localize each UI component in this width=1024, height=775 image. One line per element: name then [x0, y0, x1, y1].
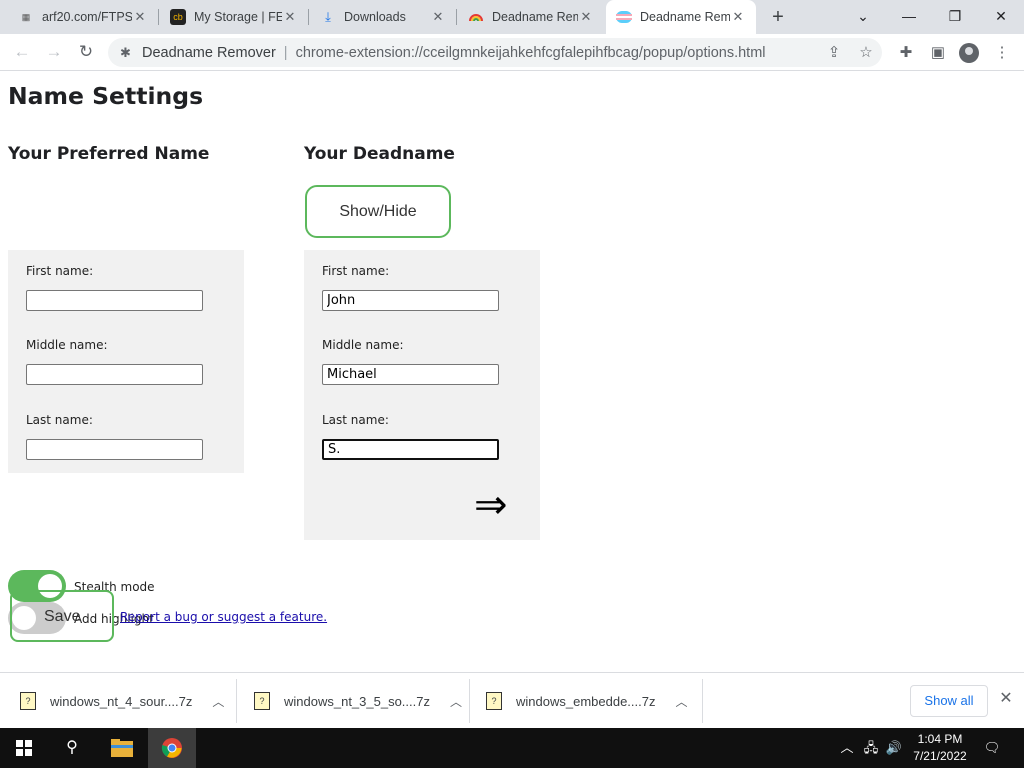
start-windows-icon[interactable] [0, 728, 48, 768]
archive-file-icon: ? [486, 692, 502, 710]
tab-my-storage[interactable]: cb My Storage | FE ✕ [160, 0, 308, 34]
download-filename: windows_nt_3_5_so....7z [284, 693, 430, 709]
deadname-last-label: Last name: [322, 413, 389, 427]
preferred-middle-name-input[interactable] [26, 364, 203, 385]
close-tab-icon[interactable]: ✕ [430, 9, 446, 25]
close-tab-icon[interactable]: ✕ [282, 9, 298, 25]
show-hide-button[interactable]: Show/Hide [305, 185, 451, 238]
extension-puzzle-icon: ✱ [120, 44, 131, 60]
minimize-icon[interactable]: — [886, 0, 932, 34]
tab-arf20[interactable]: ▦ arf20.com/FTPS ✕ [8, 0, 158, 34]
tab-separator [308, 9, 309, 25]
system-clock[interactable]: 1:04 PM 7/21/2022 [906, 731, 974, 765]
chevron-up-icon[interactable]: ︿ [675, 693, 687, 710]
deadname-last-name-input[interactable] [322, 439, 499, 460]
deadname-heading: Your Deadname [304, 144, 455, 164]
reload-icon[interactable]: ↻ [74, 40, 98, 64]
close-shelf-icon[interactable]: ✕ [996, 689, 1016, 709]
report-bug-link[interactable]: Report a bug or suggest a feature. [120, 610, 327, 624]
url-text: chrome-extension://cceilgmnkeijahkehfcgf… [295, 44, 766, 61]
extensions-icon[interactable]: ✚ [894, 41, 918, 65]
tab-strip: ▦ arf20.com/FTPS ✕ cb My Storage | FE ✕ … [0, 0, 1024, 34]
close-tab-icon[interactable]: ✕ [730, 9, 746, 25]
preferred-first-label: First name: [26, 264, 94, 278]
download-item[interactable]: ? windows_nt_4_sour....7z ︿ [20, 673, 224, 729]
close-tab-icon[interactable]: ✕ [578, 9, 594, 25]
download-separator [469, 679, 470, 723]
preferred-middle-label: Middle name: [26, 338, 108, 352]
rainbow-favicon-icon [468, 9, 484, 25]
download-filename: windows_embedde....7z [516, 693, 656, 709]
preferred-last-label: Last name: [26, 413, 93, 427]
download-shelf: ? windows_nt_4_sour....7z ︿ ? windows_nt… [0, 672, 1024, 728]
deadname-first-name-input[interactable] [322, 290, 499, 311]
storage-favicon-icon: cb [170, 9, 186, 25]
clock-date: 7/21/2022 [913, 749, 967, 763]
share-icon[interactable]: ⇪ [823, 42, 845, 64]
trans-flag-favicon-icon [616, 9, 632, 25]
profile-avatar-icon[interactable] [959, 43, 979, 63]
download-icon: ⤓ [325, 9, 331, 24]
notifications-icon[interactable]: 🗨 [980, 728, 1004, 768]
show-all-button[interactable]: Show all [910, 685, 988, 717]
tab-downloads[interactable]: ⤓ Downloads ✕ [310, 0, 456, 34]
download-item[interactable]: ? windows_nt_3_5_so....7z ︿ [254, 673, 462, 729]
close-tab-icon[interactable]: ✕ [132, 9, 148, 25]
network-icon[interactable]: 🖧 [860, 728, 882, 768]
address-divider: | [283, 44, 288, 61]
chevron-up-icon[interactable]: ︿ [450, 693, 462, 710]
side-panel-icon[interactable]: ▣ [926, 41, 950, 65]
save-button[interactable]: Save [10, 590, 114, 642]
bookmark-star-icon[interactable]: ☆ [855, 42, 877, 64]
new-tab-icon[interactable]: + [766, 4, 790, 30]
tab-search-chevron-icon[interactable]: ⌄ [840, 0, 886, 34]
menu-kebab-icon[interactable]: ⋮ [990, 41, 1014, 65]
deadname-first-label: First name: [322, 264, 390, 278]
site-name: Deadname Remover [142, 44, 276, 61]
download-item[interactable]: ? windows_embedde....7z ︿ [486, 673, 688, 729]
tab-deadname-remover-1[interactable]: Deadname Rem ✕ [458, 0, 604, 34]
download-filename: windows_nt_4_sour....7z [50, 693, 193, 709]
preferred-name-heading: Your Preferred Name [8, 144, 210, 164]
preferred-last-name-input[interactable] [26, 439, 203, 460]
page-title: Name Settings [8, 82, 204, 110]
double-arrow-right-icon[interactable]: ⇒ [474, 480, 508, 530]
download-separator [702, 679, 703, 723]
search-icon[interactable]: ⚲ [48, 728, 96, 768]
deadname-middle-name-input[interactable] [322, 364, 499, 385]
tab-separator [456, 9, 457, 25]
address-bar[interactable]: ✱ Deadname Remover | chrome-extension://… [108, 38, 882, 67]
arf-favicon-icon: ▦ [21, 11, 31, 22]
windows-taskbar: ⚲ ︿ 🖧 🔊 1:04 PM 7/21/2022 🗨 [0, 728, 1024, 768]
back-icon[interactable]: ← [10, 40, 34, 64]
close-window-icon[interactable]: ✕ [978, 0, 1024, 34]
browser-toolbar: ← → ↻ ✱ Deadname Remover | chrome-extens… [0, 34, 1024, 71]
tab-deadname-remover-active[interactable]: Deadname Rem ✕ [606, 0, 756, 34]
deadname-middle-label: Middle name: [322, 338, 404, 352]
restore-icon[interactable]: ❐ [932, 0, 978, 34]
archive-file-icon: ? [20, 692, 36, 710]
chevron-up-icon[interactable]: ︿ [212, 693, 224, 710]
file-explorer-icon[interactable] [98, 728, 146, 768]
preferred-first-name-input[interactable] [26, 290, 203, 311]
volume-icon[interactable]: 🔊 [884, 728, 904, 768]
chrome-taskbar-icon[interactable] [148, 728, 196, 768]
tray-chevron-up-icon[interactable]: ︿ [838, 728, 856, 768]
forward-icon[interactable]: → [42, 40, 66, 64]
tab-separator [158, 9, 159, 25]
clock-time: 1:04 PM [917, 732, 963, 746]
download-separator [236, 679, 237, 723]
archive-file-icon: ? [254, 692, 270, 710]
